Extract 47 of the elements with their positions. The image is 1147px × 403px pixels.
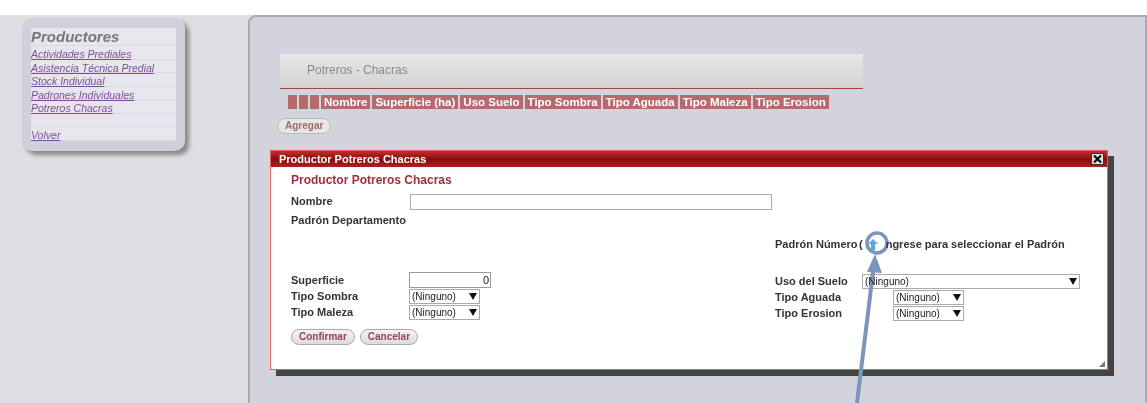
dropdown-arrow-icon (469, 293, 477, 300)
arrow-up-icon[interactable] (866, 238, 879, 251)
table-header-cell: Tipo Maleza (679, 95, 751, 109)
sidebar-link[interactable]: Stock Individual (31, 75, 105, 87)
number-field[interactable]: 0 (409, 272, 491, 288)
resize-grip-icon[interactable] (1099, 361, 1105, 367)
dialog-heading: Productor Potreros Chacras (291, 173, 453, 188)
field-label: Padrón Departamento (291, 213, 406, 228)
dialog-button[interactable]: Confirmar (291, 328, 355, 345)
dropdown-arrow-icon (1069, 278, 1077, 285)
hint-text: ( (859, 237, 863, 253)
panel-title: Potreros - Chacras (307, 62, 408, 79)
field-label: Padrón Número (775, 237, 859, 253)
field-label: Tipo Maleza (291, 305, 355, 321)
table-header-cell (299, 95, 308, 109)
dialog-title: Productor Potreros Chacras (279, 151, 427, 167)
field-label: Superficie (291, 272, 346, 288)
add-button[interactable]: Agregar (277, 118, 332, 134)
sidebar-link[interactable]: Padrones Individuales (31, 88, 135, 101)
table-header-cell (310, 95, 319, 109)
table-header-cell: Uso Suelo (460, 95, 523, 109)
field-label: Tipo Erosion (775, 306, 844, 322)
close-icon[interactable] (1091, 153, 1104, 165)
table-header-cell: Superficie (ha) (372, 95, 459, 109)
field-label: Tipo Aguada (775, 290, 843, 306)
dialog-button[interactable]: Cancelar (359, 328, 419, 345)
sidebar-link[interactable]: Asistencia Técnica Predial (31, 61, 155, 74)
table-header-cell: Nombre (321, 95, 371, 109)
field-label: Nombre (291, 194, 334, 210)
dropdown-arrow-icon (469, 309, 477, 316)
table-header-cell: Tipo Sombra (524, 95, 601, 109)
dropdown-arrow-icon (953, 294, 961, 301)
table-header-cell (288, 95, 297, 109)
table-header-cell: Tipo Erosion (752, 95, 829, 109)
dropdown-arrow-icon (953, 310, 961, 317)
sidebar-link[interactable]: Potreros Chacras (31, 102, 113, 114)
field-label: Tipo Sombra (291, 289, 360, 305)
sidebar-title: Productores (31, 28, 176, 46)
sidebar-link[interactable]: Volver (31, 129, 61, 141)
name-field[interactable] (410, 193, 772, 210)
select-field[interactable]: (Ninguno) (893, 306, 964, 321)
select-field[interactable]: (Ninguno) (409, 305, 480, 320)
field-label: Uso del Suelo (775, 274, 849, 290)
select-field[interactable]: (Ninguno) (893, 290, 964, 305)
sidebar-link[interactable]: Actividades Prediales (31, 48, 132, 60)
select-field[interactable]: (Ninguno) (409, 289, 480, 304)
table-header-cell: Tipo Aguada (602, 95, 678, 109)
